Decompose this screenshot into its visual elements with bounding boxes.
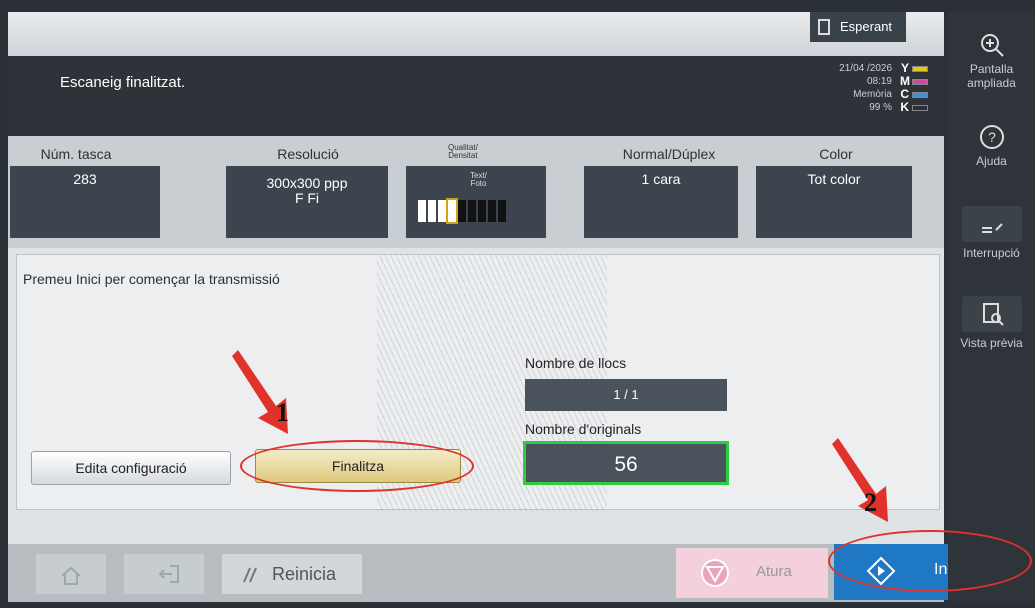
density-step [468, 200, 476, 222]
device-screen: Esperant Escaneig finalitzat. 21/04 /202… [0, 0, 1035, 608]
toner-levels: Y M C K [896, 62, 928, 114]
right-sidebar: Pantalla ampliada ? Ajuda Interrupció Vi… [948, 12, 1035, 602]
logout-icon [158, 565, 179, 583]
color-label: Color [819, 146, 853, 162]
status-message: Escaneig finalitzat. [60, 74, 186, 91]
annotation-number-1: 1 [276, 398, 289, 427]
stop-button[interactable]: Atura [676, 548, 828, 598]
reset-icon [243, 567, 257, 583]
density-scale [418, 198, 506, 224]
toner-letter: K [900, 100, 909, 114]
stop-label: Atura [756, 563, 792, 580]
resolution-label: Resolució [277, 146, 339, 162]
job-number-box: 283 [10, 166, 160, 238]
quality-value-line: Foto [470, 179, 487, 188]
annotation-arrow-1 [232, 350, 288, 434]
date-text: 21/04 /2026 [839, 63, 892, 74]
density-step [446, 198, 458, 224]
instruction-text: Premeu Inici per començar la transmissió [23, 271, 280, 287]
memory-label: Memòria [853, 89, 892, 100]
help-icon: ? [979, 125, 1004, 149]
status-indicator-label: Esperant [840, 19, 893, 34]
preview-label: Vista prèvia [960, 336, 1023, 350]
toner-bar-k [912, 104, 928, 111]
resolution-button[interactable]: 300x300 ppp F Fi [226, 166, 388, 238]
toner-bar-y [912, 65, 928, 72]
job-number-value: 283 [73, 171, 97, 187]
annotation-ellipse-2 [828, 530, 1032, 592]
duplex-button[interactable]: 1 cara [584, 166, 738, 238]
enlarged-screen-button[interactable]: Pantalla ampliada [948, 32, 1035, 90]
svg-text:?: ? [988, 129, 996, 145]
home-icon [61, 566, 81, 585]
density-step [428, 200, 436, 222]
status-strip: Esperant [8, 12, 944, 58]
preview-button[interactable]: Vista prèvia [948, 296, 1035, 350]
enlarged-label-2: ampliada [967, 76, 1016, 90]
edit-configuration-button[interactable]: Edita configuració [31, 451, 231, 485]
duplex-value: 1 cara [641, 171, 681, 187]
home-button[interactable] [36, 554, 106, 594]
color-value: Tot color [807, 171, 861, 187]
help-button[interactable]: ? Ajuda [948, 124, 1035, 168]
zoom-in-icon [980, 34, 1004, 57]
logout-button[interactable] [124, 554, 204, 594]
density-step [458, 200, 466, 222]
stop-icon [701, 559, 729, 587]
document-icon [818, 19, 830, 35]
message-bar: Escaneig finalitzat. 21/04 /2026 08:19 M… [8, 56, 944, 136]
color-button[interactable]: Tot color [756, 166, 912, 238]
density-step [438, 200, 446, 222]
density-step [478, 200, 486, 222]
main-panel: Esperant Escaneig finalitzat. 21/04 /202… [8, 12, 1034, 602]
quality-label: Qualitat/ Densitat [448, 144, 478, 160]
toner-bar-c [912, 91, 928, 98]
job-number-label: Núm. tasca [40, 146, 112, 162]
status-indicator: Esperant [810, 12, 906, 42]
annotation-ellipse-1 [240, 440, 474, 492]
density-step [498, 200, 506, 222]
originals-value: 56 [523, 441, 729, 485]
resolution-value: 300x300 ppp [266, 175, 348, 191]
duplex-label: Normal/Dúplex [622, 146, 716, 162]
reset-label: Reinicia [272, 564, 337, 584]
originals-label: Nombre d'originals [525, 421, 642, 437]
memory-value: 99 % [869, 102, 892, 113]
places-label: Nombre de llocs [525, 355, 627, 371]
interrupt-button[interactable]: Interrupció [948, 206, 1035, 260]
content-area: Premeu Inici per començar la transmissió… [16, 254, 940, 511]
annotation-number-2: 2 [864, 488, 877, 517]
help-label: Ajuda [976, 154, 1007, 168]
density-step [488, 200, 496, 222]
toner-bar-m [912, 78, 928, 85]
resolution-mode: F Fi [294, 190, 320, 206]
bottom-bar: Reinicia Atura Inicia [8, 544, 1034, 602]
places-value: 1 / 1 [525, 379, 727, 411]
device-info: 21/04 /2026 08:19 Memòria 99 % Y M C K [798, 60, 928, 130]
quality-label-line: Densitat [448, 151, 478, 160]
density-step [418, 200, 426, 222]
interrupt-icon [981, 223, 1003, 233]
settings-panel: Núm. tasca 283 Resolució 300x300 ppp F F… [8, 136, 944, 248]
enlarged-label-1: Pantalla [969, 62, 1014, 76]
time-text: 08:19 [866, 76, 892, 87]
interrupt-label: Interrupció [963, 246, 1020, 260]
preview-icon [982, 303, 1004, 326]
reset-button[interactable]: Reinicia [222, 554, 362, 594]
